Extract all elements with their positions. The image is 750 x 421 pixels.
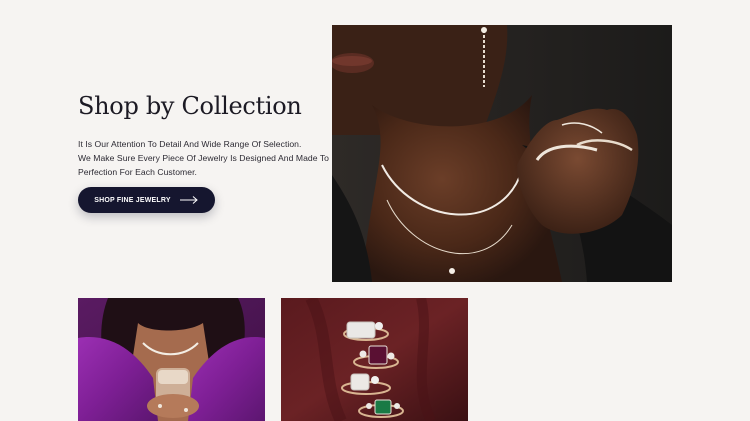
- purple-dress-model-photo[interactable]: [78, 298, 265, 421]
- arrow-right-icon: [179, 195, 199, 205]
- shop-fine-jewelry-label: SHOP FINE JEWELRY: [94, 196, 171, 204]
- description-line: Perfection For Each Customer.: [78, 166, 197, 177]
- section-title: Shop by Collection: [78, 92, 302, 120]
- section-description: It Is Our Attention To Detail And Wide R…: [78, 137, 330, 179]
- collection-section: Shop by Collection It Is Our Attention T…: [0, 0, 750, 421]
- description-line: We Make Sure Every Piece Of Jewelry Is D…: [78, 152, 330, 163]
- shop-fine-jewelry-button[interactable]: SHOP FINE JEWELRY: [78, 187, 215, 213]
- necklace-model-photo[interactable]: [332, 25, 672, 282]
- description-line: It Is Our Attention To Detail And Wide R…: [78, 138, 302, 149]
- collection-intro: Shop by Collection It Is Our Attention T…: [78, 92, 330, 179]
- rings-on-red-background-photo[interactable]: [281, 298, 468, 421]
